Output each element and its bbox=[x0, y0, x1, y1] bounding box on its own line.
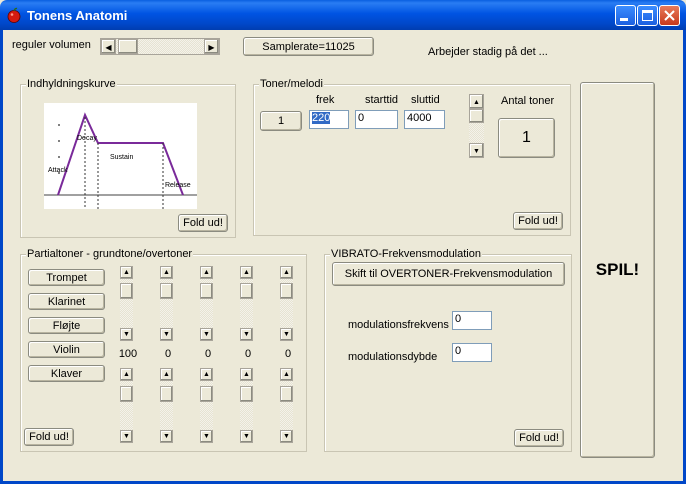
partial-2-thumb[interactable] bbox=[160, 283, 173, 299]
col-end-label: sluttid bbox=[411, 94, 440, 106]
maximize-button[interactable] bbox=[637, 5, 658, 26]
scroll-up-icon[interactable]: ▲ bbox=[160, 368, 173, 381]
tone-row-button[interactable]: 1 bbox=[260, 111, 302, 131]
status-text: Arbejder stadig på det ... bbox=[428, 46, 548, 58]
tones-fold-button[interactable]: Fold ud! bbox=[513, 212, 563, 230]
partial-9-slider[interactable]: ▲ ▼ bbox=[240, 368, 254, 443]
volume-scrollbar[interactable]: ◀ ▶ bbox=[100, 38, 220, 55]
partial-3-slider[interactable]: ▲ ▼ bbox=[200, 266, 214, 341]
partial-2-slider[interactable]: ▲ ▼ bbox=[160, 266, 174, 341]
envelope-group-label: Indhyldningskurve bbox=[26, 78, 117, 90]
mod-depth-input[interactable]: 0 bbox=[452, 343, 492, 362]
start-input[interactable]: 0 bbox=[355, 110, 398, 129]
scroll-down-icon[interactable]: ▼ bbox=[160, 430, 173, 443]
partial-6-slider[interactable]: ▲ ▼ bbox=[120, 368, 134, 443]
window-title: Tonens Anatomi bbox=[27, 8, 128, 23]
close-icon bbox=[664, 10, 675, 21]
scroll-up-icon[interactable]: ▲ bbox=[240, 266, 253, 279]
scroll-down-icon[interactable]: ▼ bbox=[160, 328, 173, 341]
scroll-up-icon[interactable]: ▲ bbox=[200, 266, 213, 279]
partials-fold-button[interactable]: Fold ud! bbox=[24, 428, 74, 446]
vibrato-fold-button[interactable]: Fold ud! bbox=[514, 429, 564, 447]
partial-4-thumb[interactable] bbox=[240, 283, 253, 299]
scroll-down-icon[interactable]: ▼ bbox=[240, 328, 253, 341]
partial-10-thumb[interactable] bbox=[280, 386, 293, 402]
scroll-down-icon[interactable]: ▼ bbox=[120, 430, 133, 443]
maximize-icon bbox=[642, 10, 653, 21]
partial-4-slider[interactable]: ▲ ▼ bbox=[240, 266, 254, 341]
partial-7-slider[interactable]: ▲ ▼ bbox=[160, 368, 174, 443]
window-frame-left bbox=[0, 30, 3, 484]
instrument-klaver-button[interactable]: Klaver bbox=[28, 365, 105, 382]
envelope-attack-label: Attack bbox=[48, 167, 68, 174]
count-value: 1 bbox=[498, 118, 555, 158]
scroll-up-icon[interactable]: ▲ bbox=[120, 368, 133, 381]
envelope-decay-label: Decay bbox=[77, 135, 97, 142]
scroll-up-icon[interactable]: ▲ bbox=[240, 368, 253, 381]
mod-freq-input[interactable]: 0 bbox=[452, 311, 492, 330]
partial-3-thumb[interactable] bbox=[200, 283, 213, 299]
partial-10-slider[interactable]: ▲ ▼ bbox=[280, 368, 294, 443]
instrument-violin-button[interactable]: Violin bbox=[28, 341, 105, 358]
mod-depth-label: modulationsdybde bbox=[348, 351, 438, 363]
vibrato-group-label: VIBRATO-Frekvensmodulation bbox=[330, 248, 482, 260]
freq-input[interactable]: 220 bbox=[309, 110, 349, 129]
instrument-trompet-button[interactable]: Trompet bbox=[28, 269, 105, 286]
mod-freq-label: modulationsfrekvens bbox=[348, 319, 449, 331]
play-button[interactable]: SPIL! bbox=[580, 82, 655, 458]
scroll-up-icon[interactable]: ▲ bbox=[160, 266, 173, 279]
scroll-down-icon[interactable]: ▼ bbox=[469, 143, 484, 158]
partial-8-slider[interactable]: ▲ ▼ bbox=[200, 368, 214, 443]
partial-1-slider[interactable]: ▲ ▼ bbox=[120, 266, 134, 341]
envelope-sustain-label: Sustain bbox=[110, 154, 133, 161]
instrument-floejte-button[interactable]: Fløjte bbox=[28, 317, 105, 334]
samplerate-button[interactable]: Samplerate=11025 bbox=[243, 37, 374, 56]
instrument-klarinet-button[interactable]: Klarinet bbox=[28, 293, 105, 310]
partial-1-value: 100 bbox=[118, 348, 138, 360]
scroll-up-icon[interactable]: ▲ bbox=[120, 266, 133, 279]
scroll-up-icon[interactable]: ▲ bbox=[200, 368, 213, 381]
partial-2-value: 0 bbox=[164, 348, 172, 360]
col-start-label: starttid bbox=[365, 94, 399, 106]
scroll-down-icon[interactable]: ▼ bbox=[200, 328, 213, 341]
scroll-up-icon[interactable]: ▲ bbox=[280, 368, 293, 381]
partial-3-value: 0 bbox=[204, 348, 212, 360]
scroll-down-icon[interactable]: ▼ bbox=[200, 430, 213, 443]
envelope-fold-button[interactable]: Fold ud! bbox=[178, 214, 228, 232]
partial-4-value: 0 bbox=[244, 348, 252, 360]
partial-5-thumb[interactable] bbox=[280, 283, 293, 299]
partial-9-thumb[interactable] bbox=[240, 386, 253, 402]
partial-7-thumb[interactable] bbox=[160, 386, 173, 402]
scroll-up-icon[interactable]: ▲ bbox=[469, 94, 484, 109]
partial-6-thumb[interactable] bbox=[120, 386, 133, 402]
partial-8-thumb[interactable] bbox=[200, 386, 213, 402]
scroll-down-icon[interactable]: ▼ bbox=[280, 328, 293, 341]
partial-5-slider[interactable]: ▲ ▼ bbox=[280, 266, 294, 341]
switch-modulation-button[interactable]: Skift til OVERTONER-Frekvensmodulation bbox=[332, 262, 565, 286]
scroll-down-icon[interactable]: ▼ bbox=[240, 430, 253, 443]
scroll-down-icon[interactable]: ▼ bbox=[120, 328, 133, 341]
volume-label: reguler volumen bbox=[12, 39, 91, 51]
scroll-right-icon[interactable]: ▶ bbox=[204, 39, 219, 54]
col-freq-label: frek bbox=[316, 94, 335, 106]
tone-scroll-thumb[interactable] bbox=[469, 109, 484, 123]
end-input[interactable]: 4000 bbox=[404, 110, 445, 129]
tone-scrollbar[interactable]: ▲ ▼ bbox=[469, 94, 484, 158]
partial-5-value: 0 bbox=[284, 348, 292, 360]
apple-icon bbox=[7, 7, 21, 23]
envelope-graph[interactable]: Attack Decay Sustain Release bbox=[44, 103, 197, 209]
tones-group-label: Toner/melodi bbox=[259, 78, 324, 90]
volume-thumb[interactable] bbox=[118, 39, 138, 54]
count-label: Antal toner bbox=[501, 95, 555, 107]
envelope-release-label: Release bbox=[165, 182, 191, 189]
scroll-left-icon[interactable]: ◀ bbox=[101, 39, 116, 54]
freq-value: 220 bbox=[312, 112, 331, 124]
close-button[interactable] bbox=[659, 5, 680, 26]
scroll-down-icon[interactable]: ▼ bbox=[280, 430, 293, 443]
minimize-button[interactable] bbox=[615, 5, 636, 26]
minimize-icon bbox=[620, 18, 628, 21]
scroll-up-icon[interactable]: ▲ bbox=[280, 266, 293, 279]
partials-group-label: Partialtoner - grundtone/overtoner bbox=[26, 248, 194, 260]
partial-1-thumb[interactable] bbox=[120, 283, 133, 299]
